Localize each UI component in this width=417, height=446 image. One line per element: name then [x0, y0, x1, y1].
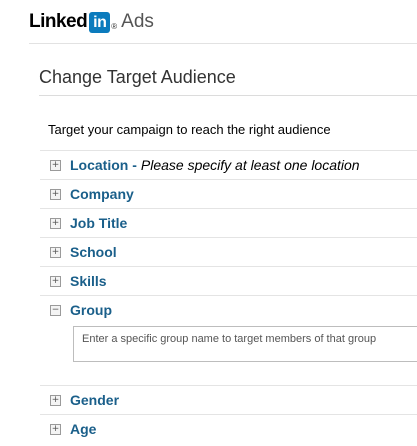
- plus-box-icon[interactable]: +: [50, 246, 61, 258]
- criteria-label-age[interactable]: Age: [70, 421, 96, 437]
- criteria-row-job-title[interactable]: + Job Title: [40, 208, 417, 237]
- criteria-label-location[interactable]: Location -: [70, 157, 137, 173]
- group-expanded-panel: [40, 324, 417, 385]
- title-divider: [39, 95, 417, 96]
- header-divider: [29, 43, 417, 44]
- criteria-row-location[interactable]: + Location - Please specify at least one…: [40, 150, 417, 179]
- logo-linked-text: Linked: [29, 11, 88, 32]
- criteria-label-school[interactable]: School: [70, 244, 117, 260]
- group-name-input[interactable]: [73, 326, 417, 362]
- plus-box-icon[interactable]: +: [50, 423, 61, 435]
- plus-box-icon[interactable]: +: [50, 188, 61, 200]
- logo-in-icon: in: [89, 11, 111, 33]
- plus-box-icon[interactable]: +: [50, 394, 61, 406]
- plus-box-icon[interactable]: +: [50, 159, 61, 171]
- plus-box-icon[interactable]: +: [50, 275, 61, 287]
- intro-text: Target your campaign to reach the right …: [48, 122, 331, 137]
- criteria-label-skills[interactable]: Skills: [70, 273, 107, 289]
- criteria-label-group[interactable]: Group: [70, 302, 112, 318]
- criteria-label-job-title[interactable]: Job Title: [70, 215, 127, 231]
- criteria-row-company[interactable]: + Company: [40, 179, 417, 208]
- criteria-label-gender[interactable]: Gender: [70, 392, 119, 408]
- registered-mark: ®: [111, 21, 118, 31]
- linkedin-ads-logo[interactable]: Linked in ® Ads: [29, 8, 154, 36]
- minus-box-icon[interactable]: −: [50, 304, 61, 316]
- targeting-criteria-list: + Location - Please specify at least one…: [40, 150, 417, 443]
- criteria-label-company[interactable]: Company: [70, 186, 134, 202]
- linkedin-ads-page: Linked in ® Ads Change Target Audience T…: [0, 0, 417, 446]
- criteria-row-skills[interactable]: + Skills: [40, 266, 417, 295]
- location-required-hint: Please specify at least one location: [140, 157, 360, 173]
- plus-box-icon[interactable]: +: [50, 217, 61, 229]
- page-title: Change Target Audience: [39, 67, 236, 87]
- criteria-row-group[interactable]: − Group: [40, 295, 417, 324]
- criteria-row-gender[interactable]: + Gender: [40, 385, 417, 414]
- criteria-row-school[interactable]: + School: [40, 237, 417, 266]
- logo-ads-text: Ads: [121, 11, 154, 32]
- criteria-row-age[interactable]: + Age: [40, 414, 417, 443]
